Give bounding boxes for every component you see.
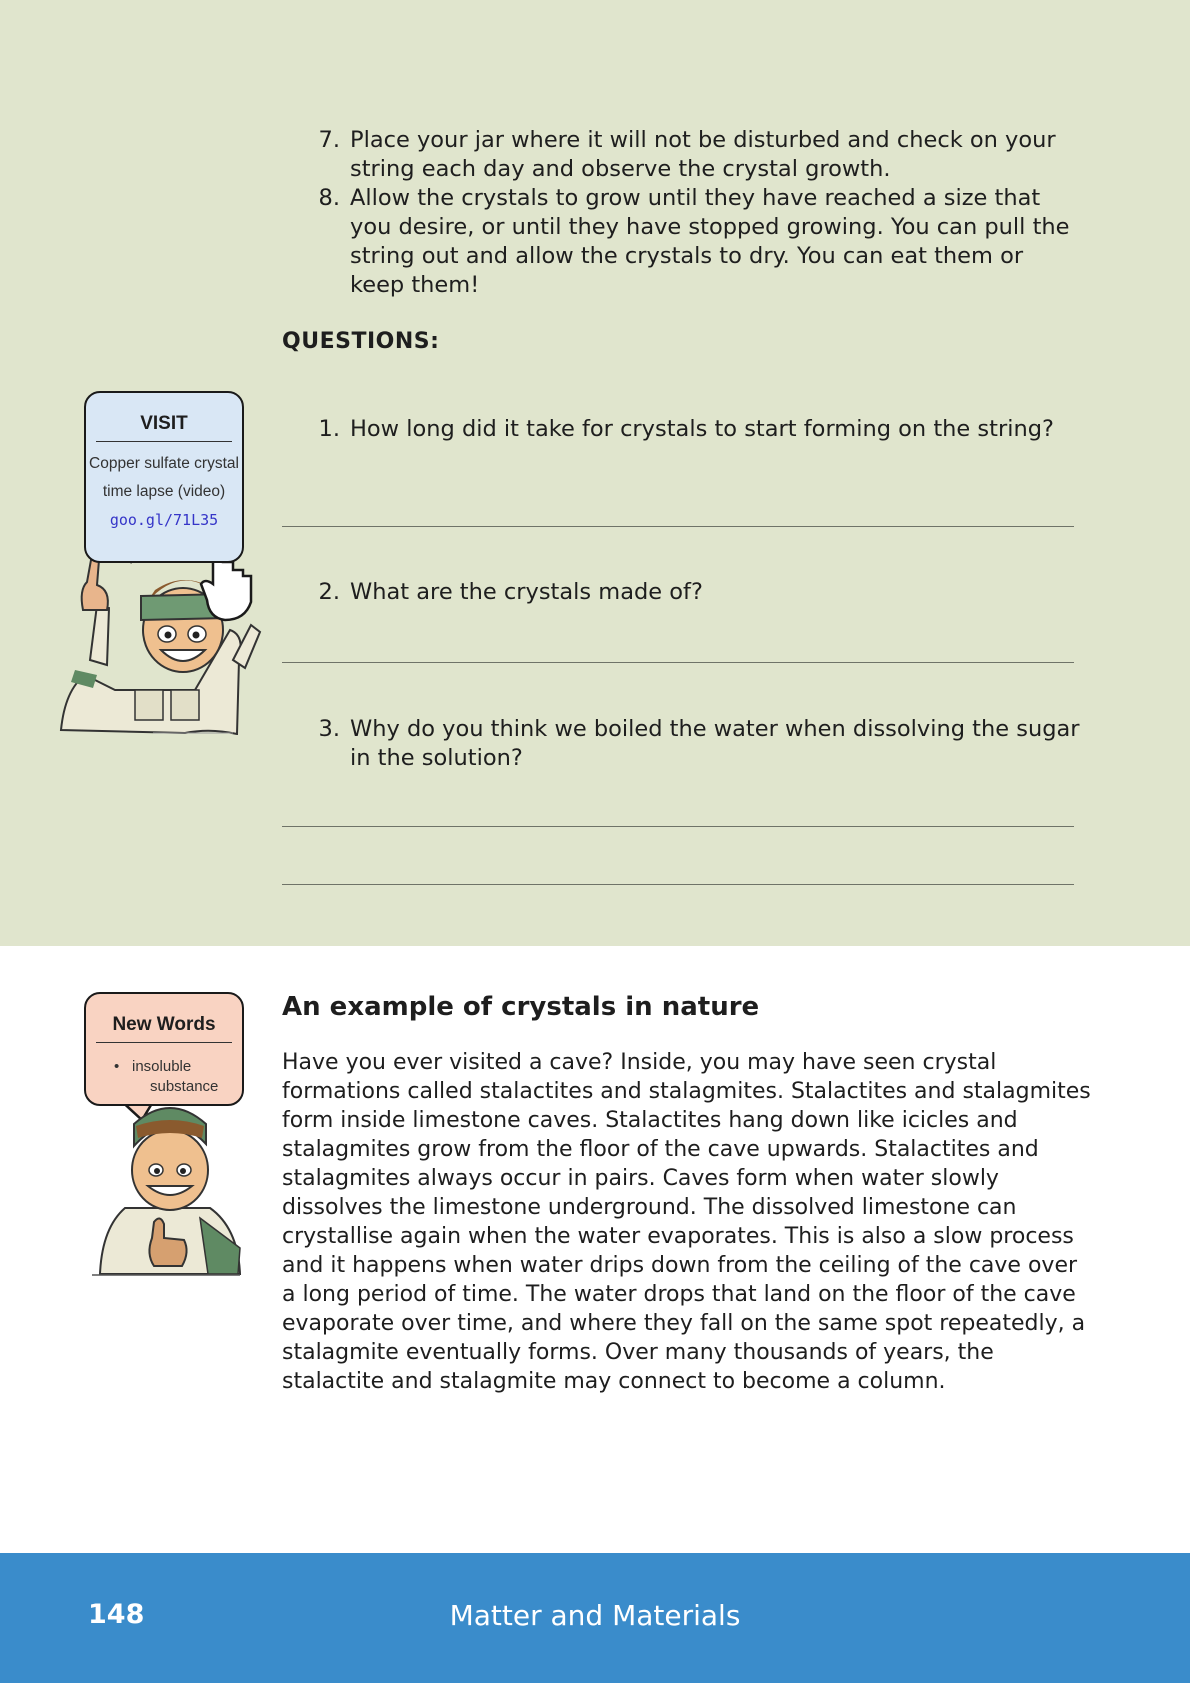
section-paragraph: Have you ever visited a cave? Inside, yo… — [282, 1050, 1091, 1394]
visit-title: VISIT — [96, 393, 232, 442]
new-words-title: New Words — [96, 994, 232, 1043]
visit-line: Copper sulfate crystal — [89, 455, 239, 472]
questions-heading: QUESTIONS: — [282, 329, 440, 354]
step-text: Allow the crystals to grow until they ha… — [350, 185, 1070, 298]
answer-line — [282, 662, 1074, 663]
section-title: An example of crystals in nature — [282, 992, 760, 1022]
step-item: 7. Place your jar where it will not be d… — [300, 126, 1080, 184]
visit-link[interactable]: goo.gl/71L35 — [86, 506, 242, 534]
answer-line — [282, 526, 1074, 527]
answer-line — [282, 884, 1074, 885]
explorer-pointing-illustration — [59, 540, 262, 735]
page-footer: 148 Matter and Materials — [0, 1553, 1190, 1683]
visit-description: Copper sulfate crystal time lapse (video… — [86, 450, 242, 506]
explorer-thumbs-up-illustration — [92, 1098, 242, 1276]
question-item: 2. What are the crystals made of? — [300, 578, 1080, 607]
visit-line: time lapse (video) — [102, 483, 226, 500]
new-word: substance — [150, 1078, 219, 1095]
question-number: 1. — [318, 416, 340, 442]
answer-line — [282, 826, 1074, 827]
question-number: 2. — [318, 579, 340, 605]
procedure-steps: 7. Place your jar where it will not be d… — [300, 126, 1080, 300]
step-number: 8. — [318, 185, 340, 211]
new-word-item: • insoluble — [114, 1058, 192, 1075]
question-text: What are the crystals made of? — [350, 579, 703, 605]
step-item: 8. Allow the crystals to grow until they… — [300, 184, 1080, 300]
new-word: insoluble — [132, 1058, 192, 1075]
new-word-item: substance — [114, 1077, 242, 1097]
step-text: Place your jar where it will not be dist… — [350, 127, 1056, 182]
question-number: 3. — [318, 716, 340, 742]
visit-callout: VISIT Copper sulfate crystal time lapse … — [84, 391, 244, 563]
chapter-title: Matter and Materials — [449, 1599, 741, 1632]
question-item: 3. Why do you think we boiled the water … — [300, 715, 1080, 773]
new-words-list: • insoluble substance — [86, 1043, 242, 1097]
question-text: Why do you think we boiled the water whe… — [350, 716, 1080, 771]
question-text: How long did it take for crystals to sta… — [350, 416, 1054, 442]
question-item: 1. How long did it take for crystals to … — [300, 415, 1080, 444]
step-number: 7. — [318, 127, 340, 153]
new-words-callout: New Words • insoluble substance — [84, 992, 244, 1106]
